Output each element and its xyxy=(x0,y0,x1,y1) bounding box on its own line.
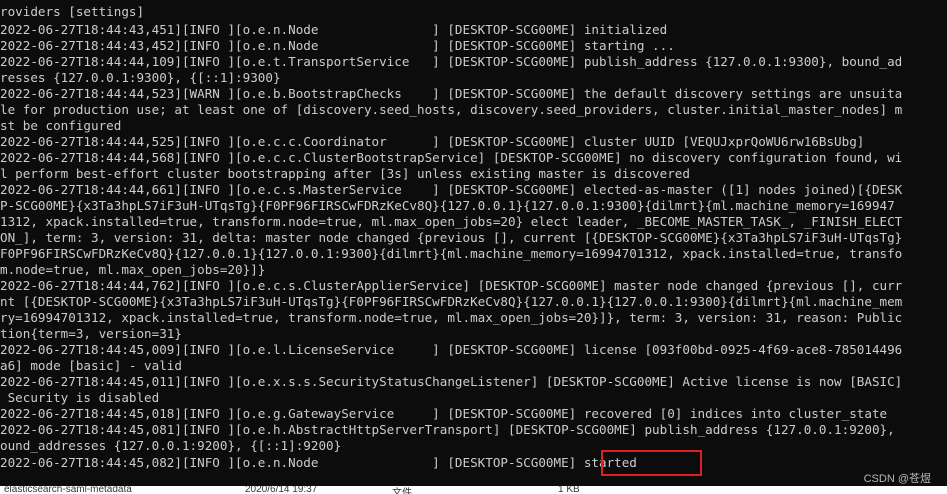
log-line: ry=16994701312, xpack.installed=true, tr… xyxy=(0,310,903,325)
log-line: resses {127.0.0.1:9300}, {[::1]:9300} xyxy=(0,70,281,85)
log-line: Security is disabled xyxy=(0,390,160,405)
log-line: nt [{DESKTOP-SCG00ME}{x3Ta3hpLS7iF3uH-UT… xyxy=(0,294,903,309)
log-line: l perform best-effort cluster bootstrapp… xyxy=(0,166,690,181)
log-line: 2022-06-27T18:44:43,452][INFO ][o.e.n.No… xyxy=(0,38,675,53)
log-line: st be configured xyxy=(0,118,122,133)
log-line: tion{term=3, version=31} xyxy=(0,326,182,341)
file-size: 1 KB xyxy=(558,486,580,494)
log-line: 2022-06-27T18:44:45,009][INFO ][o.e.l.Li… xyxy=(0,342,903,357)
log-line: 2022-06-27T18:44:45,081][INFO ][o.e.h.Ab… xyxy=(0,422,895,437)
log-line: 2022-06-27T18:44:44,109][INFO ][o.e.t.Tr… xyxy=(0,54,903,69)
log-line: 2022-06-27T18:44:45,018][INFO ][o.e.g.Ga… xyxy=(0,406,888,421)
log-line: 1312, xpack.installed=true, transform.no… xyxy=(0,214,903,229)
csdn-watermark: CSDN @苍煜 xyxy=(863,473,931,485)
log-line: roviders [settings] xyxy=(0,4,145,19)
started-highlight-box xyxy=(601,450,702,476)
file-type: 文件 xyxy=(392,488,412,494)
file-name: elasticsearch-saml-metadata xyxy=(4,486,132,494)
log-line: 2022-06-27T18:44:44,762][INFO ][o.e.c.s.… xyxy=(0,278,903,293)
log-line: 2022-06-27T18:44:45,011][INFO ][o.e.x.s.… xyxy=(0,374,903,389)
log-line: 2022-06-27T18:44:44,525][INFO ][o.e.c.c.… xyxy=(0,134,865,149)
log-line: ound_addresses {127.0.0.1:9200}, {[::1]:… xyxy=(0,438,342,453)
log-line: 2022-06-27T18:44:44,661][INFO ][o.e.c.s.… xyxy=(0,182,903,197)
log-line: 2022-06-27T18:44:44,523][WARN ][o.e.b.Bo… xyxy=(0,86,903,101)
log-line: ON_], term: 3, version: 31, delta: maste… xyxy=(0,230,903,245)
log-line: 2022-06-27T18:44:43,451][INFO ][o.e.n.No… xyxy=(0,22,668,37)
log-line: m.node=true, ml.max_open_jobs=20}]} xyxy=(0,262,266,277)
log-line: 2022-06-27T18:44:44,568][INFO ][o.e.c.c.… xyxy=(0,150,903,165)
file-explorer-row[interactable]: elasticsearch-saml-metadata 2020/6/14 19… xyxy=(0,486,947,494)
log-line: P-SCG00ME}{x3Ta3hpLS7iF3uH-UTqsTg}{F0PF9… xyxy=(0,198,895,213)
terminal-console[interactable]: roviders [settings] 2022-06-27T18:44:43,… xyxy=(0,0,947,486)
log-line: F0PF96FIRSCwFDRzKeCv8Q}{127.0.0.1}{127.0… xyxy=(0,246,903,261)
log-line: a6] mode [basic] - valid xyxy=(0,358,182,373)
log-line-started: 2022-06-27T18:44:45,082][INFO ][o.e.n.No… xyxy=(0,455,637,470)
log-line: le for production use; at least one of [… xyxy=(0,102,903,117)
file-date: 2020/6/14 19:37 xyxy=(245,486,318,494)
